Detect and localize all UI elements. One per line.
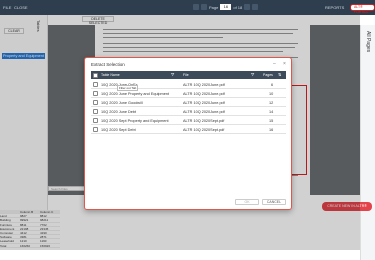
- filter-icon[interactable]: ⛛: [251, 72, 254, 77]
- row-name: 10Q 2020 June Debt: [101, 110, 137, 114]
- table-header: Table Name ⛛ File ⛛ Pages ⇅: [91, 71, 286, 79]
- table-row[interactable]: 10Q 2020 June Goodwill ALTR 10Q 2020June…: [91, 98, 286, 107]
- row-checkbox[interactable]: [93, 100, 98, 105]
- row-checkbox[interactable]: [93, 127, 98, 132]
- first-page-button[interactable]: [193, 4, 199, 10]
- column-header-file[interactable]: File: [183, 73, 189, 77]
- top-bar: FILE CLOSE Page 16 of 18 REPORTS ALT® FO…: [0, 0, 375, 15]
- select-all-checkbox[interactable]: [93, 72, 98, 78]
- row-file: ALTR 10Q 2020June.pdf: [183, 92, 225, 96]
- table-row[interactable]: 10Q 2020 June Debt ALTR 10Q 2020June.pdf…: [91, 107, 286, 116]
- right-panel: All Pages: [360, 25, 375, 260]
- row-checkbox[interactable]: [93, 118, 98, 123]
- extract-selection-dialog: Extract Selection – × Table Name ⛛ File …: [84, 57, 292, 210]
- row-checkbox[interactable]: [93, 82, 98, 87]
- next-page-button[interactable]: [244, 4, 251, 10]
- filter-tooltip: Filter out Tab: [117, 85, 139, 91]
- row-file: ALTR 10Q 2020June.pdf: [183, 110, 225, 114]
- page-total: of 18: [233, 4, 243, 10]
- all-pages-heading: All Pages: [365, 31, 371, 53]
- last-page-button[interactable]: [252, 4, 259, 10]
- row-name: 10Q 2020 June Goodwill: [101, 101, 143, 105]
- tab-close[interactable]: CLOSE: [14, 5, 28, 10]
- row-page: 6: [271, 83, 274, 87]
- page-number-input[interactable]: 16: [220, 4, 232, 10]
- cancel-button[interactable]: CANCEL: [262, 199, 286, 205]
- row-checkbox[interactable]: [93, 91, 98, 96]
- row-page: 14: [269, 110, 274, 114]
- row-name: 10Q 2020 June Property and Equipment: [101, 92, 169, 96]
- page-navigator: Page 16 of 18: [193, 4, 259, 10]
- row-file: ALTR 10Q 2020June.pdf: [183, 101, 225, 105]
- row-file: ALTR 10Q 2020June.pdf: [183, 83, 225, 87]
- row-file: ALTR 10Q 2020Sept.pdf: [183, 128, 225, 132]
- tab-reports[interactable]: REPORTS: [325, 5, 344, 10]
- table-row[interactable]: 10Q 2020 Sept Property and Equipment ALT…: [91, 116, 286, 125]
- close-icon[interactable]: ×: [283, 61, 286, 67]
- row-file: ALTR 10Q 2020Sept.pdf: [183, 119, 225, 123]
- ok-button[interactable]: OK: [235, 199, 259, 205]
- filter-icon[interactable]: ⛛: [171, 72, 174, 77]
- dialog-title: Extract Selection: [91, 62, 125, 67]
- row-page: 10: [269, 92, 274, 96]
- tab-file[interactable]: FILE: [3, 5, 11, 10]
- table-row[interactable]: 10Q 2020 Sept Debt ALTR 10Q 2020Sept.pdf…: [91, 125, 286, 134]
- row-page: 16: [269, 128, 274, 132]
- prev-page-button[interactable]: [201, 4, 207, 10]
- row-page: 15: [269, 119, 274, 123]
- column-header-pages[interactable]: Pages: [263, 73, 273, 77]
- row-checkbox[interactable]: [93, 109, 98, 114]
- sort-icon[interactable]: ⇅: [278, 72, 281, 77]
- minimize-icon[interactable]: –: [273, 61, 276, 67]
- row-name: 10Q 2020 Sept Debt: [101, 128, 136, 132]
- alt-pill-button[interactable]: ALT® FOR ALL: [350, 4, 375, 14]
- row-name: 10Q 2020 Sept Property and Equipment: [101, 119, 169, 123]
- row-page: 12: [269, 101, 274, 105]
- page-label: Page: [209, 4, 219, 10]
- column-header-name[interactable]: Table Name: [101, 73, 120, 77]
